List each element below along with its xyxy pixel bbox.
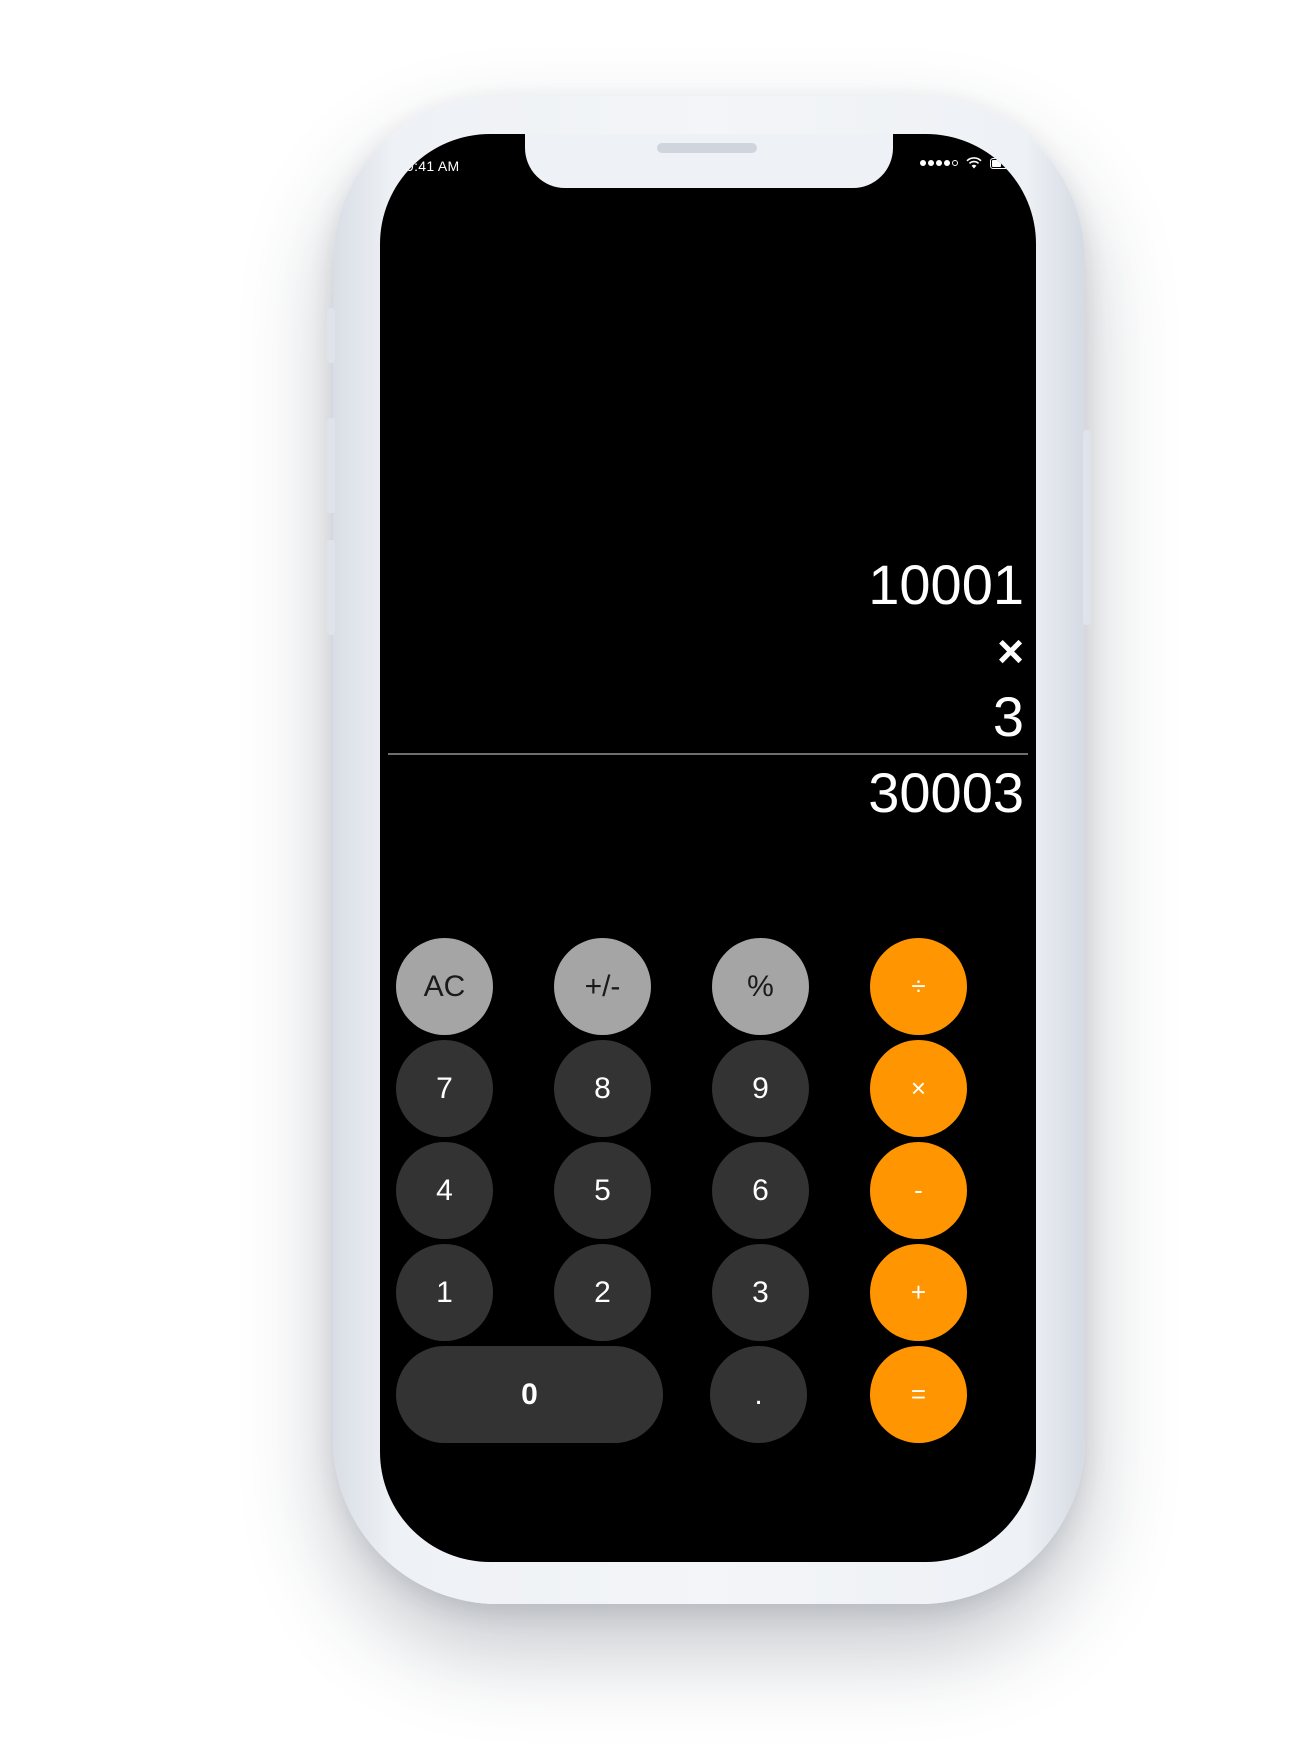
status-icons xyxy=(920,157,1017,169)
battery-icon xyxy=(990,157,1017,169)
display-operand-2: 3 xyxy=(992,685,1024,748)
percent-button[interactable]: % xyxy=(712,938,809,1035)
digit-9-button[interactable]: 9 xyxy=(712,1040,809,1137)
digit-2-button[interactable]: 2 xyxy=(554,1244,651,1341)
all-clear-button[interactable]: AC xyxy=(396,938,493,1035)
display-operator: × xyxy=(997,625,1024,677)
display-result: 30003 xyxy=(868,761,1024,824)
calculator-screen: 9:41 AM 10001 × 3 30003 AC +/- % ÷ 7 8 9… xyxy=(380,134,1036,1562)
digit-0-button[interactable]: 0 xyxy=(396,1346,663,1443)
power-button xyxy=(1083,430,1091,625)
digit-5-button[interactable]: 5 xyxy=(554,1142,651,1239)
display-divider xyxy=(388,753,1028,755)
speaker-grille xyxy=(657,143,757,153)
plus-minus-button[interactable]: +/- xyxy=(554,938,651,1035)
divide-button[interactable]: ÷ xyxy=(870,938,967,1035)
display-operand-1: 10001 xyxy=(868,553,1024,616)
multiply-button[interactable]: × xyxy=(870,1040,967,1137)
silent-switch xyxy=(327,308,335,363)
add-button[interactable]: + xyxy=(870,1244,967,1341)
wifi-icon xyxy=(966,157,982,169)
digit-4-button[interactable]: 4 xyxy=(396,1142,493,1239)
digit-3-button[interactable]: 3 xyxy=(712,1244,809,1341)
digit-6-button[interactable]: 6 xyxy=(712,1142,809,1239)
subtract-button[interactable]: - xyxy=(870,1142,967,1239)
decimal-button[interactable]: . xyxy=(710,1346,807,1443)
signal-dots-icon xyxy=(920,160,958,166)
digit-8-button[interactable]: 8 xyxy=(554,1040,651,1137)
volume-up-button xyxy=(327,418,335,513)
digit-7-button[interactable]: 7 xyxy=(396,1040,493,1137)
status-time: 9:41 AM xyxy=(406,158,460,174)
equals-button[interactable]: = xyxy=(870,1346,967,1443)
digit-1-button[interactable]: 1 xyxy=(396,1244,493,1341)
volume-down-button xyxy=(327,540,335,635)
